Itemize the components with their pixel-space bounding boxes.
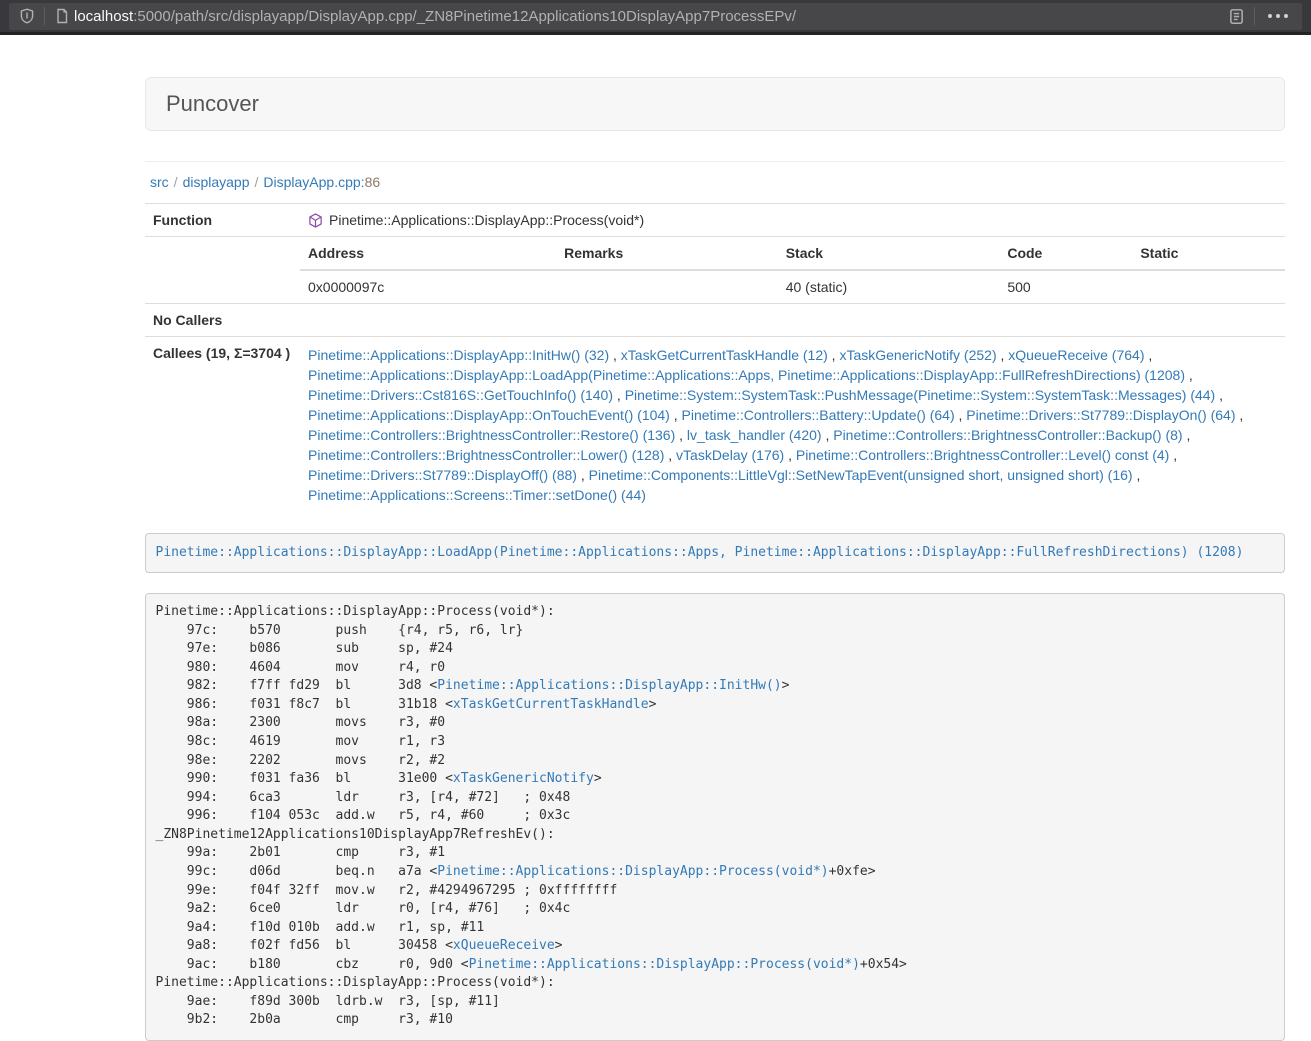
breadcrumb-separator: / bbox=[169, 174, 183, 190]
assembly-symbol-link[interactable]: Pinetime::Applications::DisplayApp::Init… bbox=[437, 678, 781, 693]
menu-dots-icon[interactable] bbox=[1264, 14, 1292, 18]
actions-divider bbox=[1254, 7, 1255, 25]
col-header-static: Static bbox=[1132, 237, 1285, 270]
assembly-symbol-link[interactable]: Pinetime::Applications::DisplayApp::Proc… bbox=[469, 957, 860, 972]
function-row-label: Function bbox=[145, 204, 300, 237]
callee-link[interactable]: xTaskGenericNotify (252) bbox=[839, 347, 996, 363]
callee-link[interactable]: Pinetime::Applications::Screens::Timer::… bbox=[308, 487, 646, 503]
page-icon bbox=[54, 8, 70, 24]
callee-link[interactable]: Pinetime::Components::LittleVgl::SetNewT… bbox=[589, 467, 1133, 483]
col-header-remarks: Remarks bbox=[556, 237, 778, 270]
breadcrumb-line-number: 86 bbox=[365, 174, 381, 190]
assembly-symbol-link[interactable]: xQueueReceive bbox=[453, 938, 555, 953]
symbol-cube-icon bbox=[308, 213, 323, 228]
shield-icon[interactable] bbox=[19, 8, 35, 24]
static-value bbox=[1132, 270, 1285, 303]
table-row-details: Address Remarks Stack Code Static 0x0000… bbox=[145, 237, 1285, 304]
details-row: 0x0000097c 40 (static) 500 bbox=[300, 270, 1285, 303]
callee-link[interactable]: Pinetime::Drivers::St7789::DisplayOff() … bbox=[308, 467, 577, 483]
callees-list: Pinetime::Applications::DisplayApp::Init… bbox=[300, 337, 1285, 514]
callee-link[interactable]: Pinetime::Controllers::Battery::Update()… bbox=[682, 407, 955, 423]
assembly-symbol-link[interactable]: xTaskGetCurrentTaskHandle bbox=[453, 697, 649, 712]
breadcrumb: src/displayapp/DisplayApp.cpp:86 bbox=[150, 174, 1285, 190]
divider bbox=[145, 161, 1285, 162]
callee-link[interactable]: xTaskGetCurrentTaskHandle (12) bbox=[621, 347, 828, 363]
callee-link[interactable]: Pinetime::Controllers::BrightnessControl… bbox=[308, 427, 675, 443]
assembly-symbol-link[interactable]: Pinetime::Applications::DisplayApp::Proc… bbox=[437, 864, 828, 879]
page-container: Puncover src/displayapp/DisplayApp.cpp:8… bbox=[145, 77, 1285, 1041]
url-host: localhost bbox=[74, 8, 133, 25]
app-title: Puncover bbox=[166, 91, 1264, 117]
details-table: Address Remarks Stack Code Static 0x0000… bbox=[300, 237, 1285, 303]
urlbar-divider bbox=[44, 7, 45, 25]
loadapp-code-block: Pinetime::Applications::DisplayApp::Load… bbox=[145, 533, 1285, 573]
table-row-callees: Callees (19, Σ=3704 ) Pinetime::Applicat… bbox=[145, 337, 1285, 514]
breadcrumb-separator: / bbox=[250, 174, 264, 190]
code-value: 500 bbox=[999, 270, 1132, 303]
callee-link[interactable]: Pinetime::Drivers::Cst816S::GetTouchInfo… bbox=[308, 387, 613, 403]
breadcrumb-link[interactable]: DisplayApp.cpp: bbox=[263, 174, 364, 190]
callee-link[interactable]: xQueueReceive (764) bbox=[1008, 347, 1144, 363]
callee-link[interactable]: Pinetime::Applications::DisplayApp::Init… bbox=[308, 347, 609, 363]
browser-toolbar: localhost:5000/path/src/displayapp/Displ… bbox=[0, 0, 1311, 35]
callees-label: Callees (19, Σ=3704 ) bbox=[145, 337, 300, 514]
col-header-code: Code bbox=[999, 237, 1132, 270]
page-actions bbox=[1228, 7, 1292, 25]
stack-value: 40 (static) bbox=[778, 270, 1000, 303]
callee-link[interactable]: Pinetime::Controllers::BrightnessControl… bbox=[308, 447, 664, 463]
breadcrumb-link[interactable]: src bbox=[150, 174, 169, 190]
address-value: 0x0000097c bbox=[300, 270, 556, 303]
assembly-listing: Pinetime::Applications::DisplayApp::Proc… bbox=[145, 593, 1285, 1041]
loadapp-link[interactable]: Pinetime::Applications::DisplayApp::Load… bbox=[156, 545, 1244, 560]
callee-link[interactable]: Pinetime::Applications::DisplayApp::Load… bbox=[308, 367, 1185, 383]
callee-link[interactable]: Pinetime::Drivers::St7789::DisplayOn() (… bbox=[966, 407, 1235, 423]
callee-link[interactable]: lv_task_handler (420) bbox=[687, 427, 822, 443]
remarks-value bbox=[556, 270, 778, 303]
callee-link[interactable]: Pinetime::Controllers::BrightnessControl… bbox=[833, 427, 1182, 443]
url-text: localhost:5000/path/src/displayapp/Displ… bbox=[74, 8, 1228, 25]
function-table: Function Pinetime::Applications::Display… bbox=[145, 203, 1285, 513]
url-path: :5000/path/src/displayapp/DisplayApp.cpp… bbox=[133, 8, 796, 25]
callee-link[interactable]: vTaskDelay (176) bbox=[676, 447, 784, 463]
callee-link[interactable]: Pinetime::System::SystemTask::PushMessag… bbox=[625, 387, 1216, 403]
callee-link[interactable]: Pinetime::Controllers::BrightnessControl… bbox=[796, 447, 1169, 463]
function-name: Pinetime::Applications::DisplayApp::Proc… bbox=[329, 212, 644, 228]
callee-link[interactable]: Pinetime::Applications::DisplayApp::OnTo… bbox=[308, 407, 670, 423]
header-panel: Puncover bbox=[145, 77, 1285, 131]
url-bar[interactable]: localhost:5000/path/src/displayapp/Displ… bbox=[9, 3, 1302, 30]
assembly-symbol-link[interactable]: xTaskGenericNotify bbox=[453, 771, 594, 786]
table-row-function: Function Pinetime::Applications::Display… bbox=[145, 204, 1285, 237]
col-header-stack: Stack bbox=[778, 237, 1000, 270]
no-callers-label: No Callers bbox=[145, 304, 300, 337]
breadcrumb-link[interactable]: displayapp bbox=[183, 174, 250, 190]
table-row-no-callers: No Callers bbox=[145, 304, 1285, 337]
reader-mode-icon[interactable] bbox=[1228, 8, 1245, 25]
col-header-address: Address bbox=[300, 237, 556, 270]
